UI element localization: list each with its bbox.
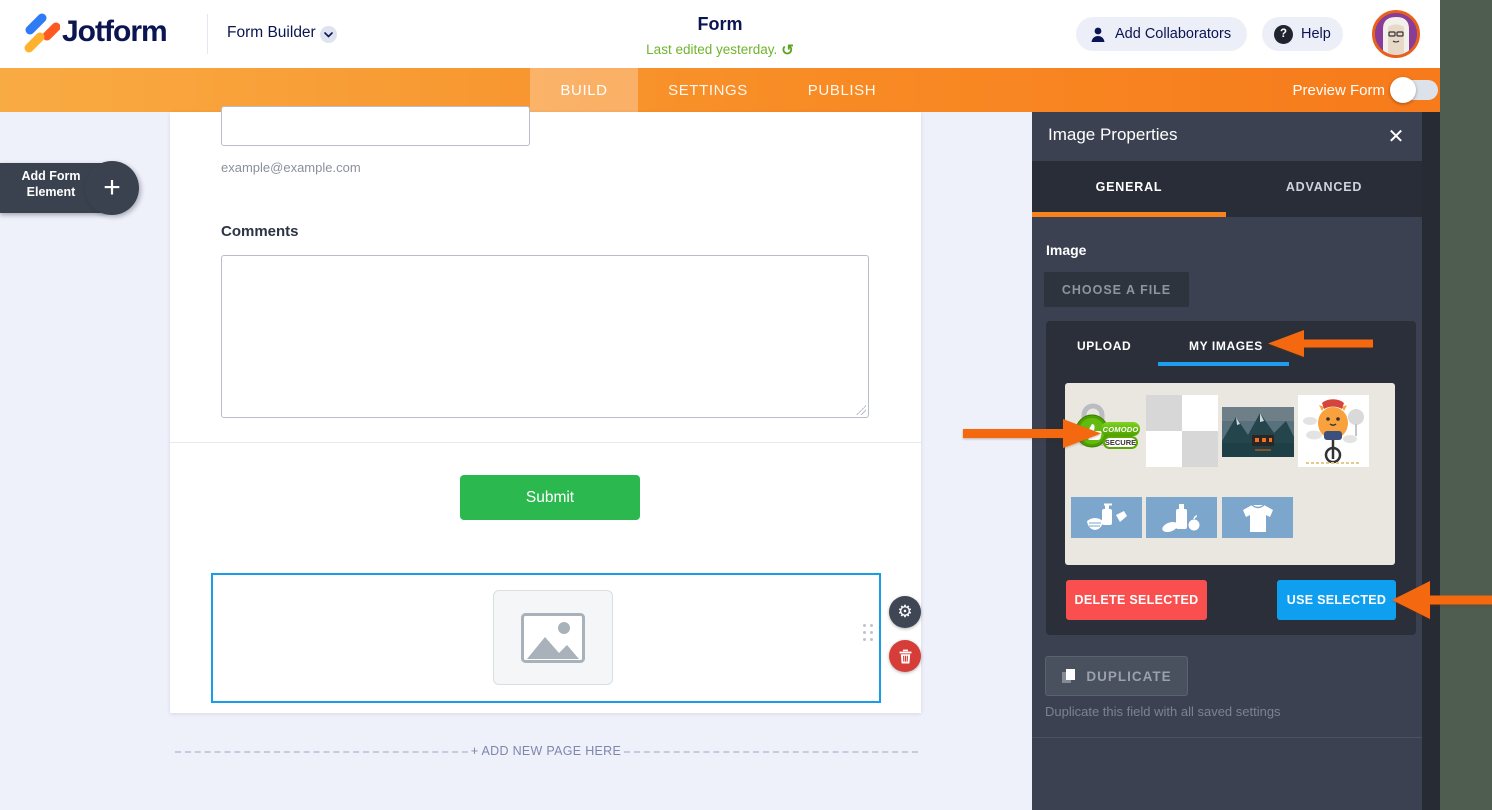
submit-button[interactable]: Submit	[460, 475, 640, 520]
tab-publish[interactable]: PUBLISH	[782, 68, 902, 112]
thumbnail-mascot-illustration[interactable]	[1298, 395, 1369, 472]
add-form-line1: Add Form	[21, 169, 81, 183]
annotation-arrow-comodo	[963, 419, 1101, 448]
help-button[interactable]: ? Help	[1262, 17, 1343, 51]
use-selected-button[interactable]: USE SELECTED	[1277, 580, 1396, 620]
annotation-arrow-use-selected	[1392, 581, 1492, 619]
image-placeholder-icon	[521, 612, 585, 663]
dashed-line-left	[175, 751, 468, 753]
header-divider	[207, 14, 208, 54]
secure-label: SECURE	[1103, 436, 1138, 449]
my-images-grid: COMODO SECURE	[1065, 383, 1395, 565]
duplicate-label: DUPLICATE	[1086, 668, 1172, 684]
image-picker: UPLOAD MY IMAGES COMODO SECURE DELETE SE…	[1046, 321, 1416, 635]
preview-form-toggle[interactable]	[1390, 77, 1438, 103]
thumbnail-hygiene-items[interactable]	[1071, 497, 1142, 538]
thumbnail-food-items[interactable]	[1146, 497, 1217, 538]
person-icon	[1091, 27, 1105, 42]
email-input[interactable]	[221, 106, 530, 146]
gear-icon: ⚙	[897, 602, 913, 621]
delete-selected-button[interactable]: DELETE SELECTED	[1066, 580, 1207, 620]
form-title[interactable]: Form	[560, 14, 880, 35]
avatar[interactable]	[1372, 10, 1420, 58]
chevron-down-icon[interactable]	[320, 26, 337, 43]
duplicate-icon	[1062, 669, 1076, 683]
tab-settings[interactable]: SETTINGS	[648, 68, 768, 112]
last-edited-status: Last edited yesterday. ↺	[560, 40, 880, 59]
tab-build[interactable]: BUILD	[530, 68, 638, 112]
toggle-knob[interactable]	[1390, 77, 1416, 103]
jotform-logo-icon	[24, 13, 60, 53]
tab-upload[interactable]: UPLOAD	[1077, 335, 1131, 357]
resize-grip-icon[interactable]	[856, 405, 866, 415]
add-form-element-label: Add Form Element	[8, 168, 94, 200]
element-settings-button[interactable]: ⚙	[889, 596, 921, 628]
add-new-page-button[interactable]: + ADD NEW PAGE HERE	[468, 744, 624, 758]
comments-textarea[interactable]	[221, 255, 869, 418]
thumbnail-mountain-photo[interactable]	[1222, 407, 1294, 462]
last-edited-text: Last edited yesterday.	[646, 42, 778, 57]
preview-form-label: Preview Form	[1292, 81, 1385, 99]
form-canvas: example@example.com Comments Submit	[170, 106, 921, 713]
add-collaborators-label: Add Collaborators	[1115, 26, 1232, 42]
top-header: Jotform Form Builder Form Last edited ye…	[0, 0, 1440, 68]
email-hint-text: example@example.com	[221, 160, 361, 175]
panel-title: Image Properties	[1048, 125, 1178, 144]
tab-general[interactable]: GENERAL	[1032, 161, 1226, 212]
form-builder-screen: Jotform Form Builder Form Last edited ye…	[0, 0, 1492, 810]
duplicate-button[interactable]: DUPLICATE	[1045, 656, 1188, 696]
panel-scroll-track[interactable]	[1422, 112, 1440, 810]
image-properties-panel: Image Properties ✕ GENERAL ADVANCED Imag…	[1032, 112, 1422, 810]
panel-divider	[1032, 737, 1422, 738]
drag-handle-icon[interactable]	[863, 624, 873, 641]
tab-my-images[interactable]: MY IMAGES	[1189, 335, 1263, 357]
choose-a-file-button[interactable]: CHOOSE A FILE	[1044, 272, 1189, 307]
close-icon[interactable]: ✕	[1383, 123, 1409, 149]
thumbnail-tshirt[interactable]	[1222, 497, 1293, 538]
add-collaborators-button[interactable]: Add Collaborators	[1076, 17, 1247, 51]
active-tab-underline	[1032, 212, 1226, 217]
image-placeholder[interactable]	[493, 590, 613, 685]
comments-label: Comments	[221, 223, 299, 240]
undo-icon[interactable]: ↺	[781, 41, 794, 59]
my-images-underline	[1158, 362, 1289, 366]
comodo-label: COMODO	[1101, 422, 1140, 436]
image-section-label: Image	[1046, 242, 1087, 258]
annotation-arrow-my-images	[1268, 330, 1373, 357]
tab-advanced[interactable]: ADVANCED	[1226, 161, 1422, 212]
right-edge-backdrop	[1440, 0, 1492, 810]
help-icon: ?	[1274, 24, 1293, 44]
dashed-line-right	[624, 751, 918, 753]
help-label: Help	[1301, 26, 1331, 42]
add-form-line2: Element	[26, 185, 76, 199]
thumbnail-transparent-checkerboard[interactable]	[1146, 395, 1218, 467]
trash-icon	[899, 649, 911, 663]
section-divider	[170, 442, 921, 443]
brand-wordmark: Jotform	[62, 15, 168, 48]
duplicate-hint: Duplicate this field with all saved sett…	[1045, 704, 1281, 719]
element-delete-button[interactable]	[889, 640, 921, 672]
product-switcher[interactable]: Form Builder	[227, 24, 316, 42]
